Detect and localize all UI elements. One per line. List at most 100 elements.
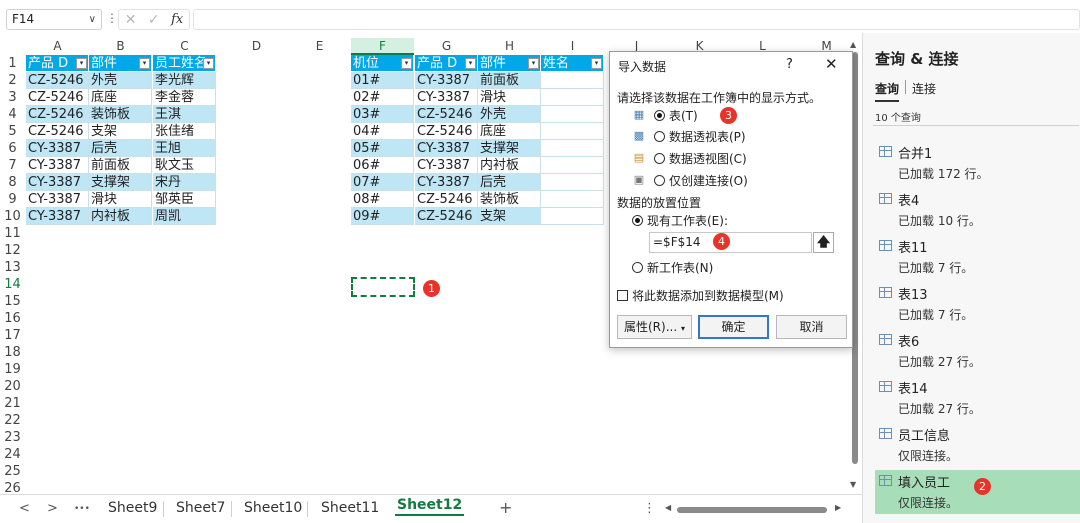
table-cell[interactable]: 06# (351, 157, 414, 174)
table-cell[interactable]: 邹英臣 (153, 191, 216, 208)
row-header-2[interactable]: 2 (0, 72, 25, 89)
table-cell[interactable]: CY-3387 (26, 174, 89, 191)
column-header-b[interactable]: B (89, 38, 152, 55)
table-cell[interactable] (541, 72, 604, 89)
table-cell[interactable]: 周凯 (153, 208, 216, 225)
table-cell[interactable]: 李金蓉 (153, 89, 216, 106)
table-cell[interactable]: 01# (351, 72, 414, 89)
horizontal-scroll-thumb[interactable] (677, 507, 827, 513)
table-cell[interactable]: 内衬板 (478, 157, 541, 174)
properties-button[interactable]: 属性(R)... ▾ (617, 315, 692, 339)
radio-pivot-table[interactable] (654, 130, 665, 142)
row-header-12[interactable]: 12 (0, 242, 25, 259)
radio-connection-only[interactable] (654, 174, 665, 186)
query-item[interactable]: 员工信息 仅限连接。 (875, 423, 1080, 467)
table-cell[interactable] (541, 89, 604, 106)
filter-dropdown-icon[interactable]: ▾ (528, 58, 539, 69)
sheet-tab-sheet10[interactable]: Sheet10 (244, 500, 302, 516)
table-cell[interactable]: CZ-5246 (415, 123, 478, 140)
table-cell[interactable]: 支架 (478, 208, 541, 225)
column-header-f[interactable]: F (351, 38, 414, 55)
tab-prev-icon[interactable]: < (19, 501, 30, 516)
table-cell[interactable]: 内衬板 (89, 208, 152, 225)
query-item[interactable]: 合并1 已加载 172 行。 (875, 141, 1080, 185)
scroll-left-icon[interactable]: ◀ (665, 503, 671, 512)
table-cell[interactable]: 外壳 (478, 106, 541, 123)
table-cell[interactable]: 滑块 (478, 89, 541, 106)
table-cell[interactable]: 前面板 (89, 157, 152, 174)
row-header-26[interactable]: 26 (0, 480, 25, 494)
option-pivot-table[interactable]: ▩ 数据透视表(P) (632, 127, 746, 145)
query-item[interactable]: 表4 已加载 10 行。 (875, 188, 1080, 232)
radio-existing-sheet[interactable] (632, 214, 643, 226)
row-header-7[interactable]: 7 (0, 157, 25, 174)
query-item[interactable]: 表11 已加载 7 行。 (875, 235, 1080, 279)
row-header-10[interactable]: 10 (0, 208, 25, 225)
table-cell[interactable]: CZ-5246 (415, 208, 478, 225)
table-header-cell[interactable]: 姓名 ▾ (541, 55, 604, 72)
table-cell[interactable]: 后壳 (478, 174, 541, 191)
tab-connections[interactable]: 连接 (912, 80, 936, 102)
table-cell[interactable]: 07# (351, 174, 414, 191)
reference-input[interactable]: =$F$14 (649, 232, 812, 253)
row-header-4[interactable]: 4 (0, 106, 25, 123)
table-cell[interactable]: CY-3387 (415, 174, 478, 191)
table-header-cell[interactable]: 产品 D ▾ (26, 55, 89, 72)
column-header-e[interactable]: E (288, 38, 351, 55)
more-tabs-icon[interactable]: ••• (74, 504, 90, 514)
radio-table[interactable] (654, 109, 665, 121)
table-header-cell[interactable]: 部件 ▾ (89, 55, 152, 72)
table-header-cell[interactable]: 机位 ▾ (351, 55, 414, 72)
sheet-tab-sheet9[interactable]: Sheet9 (108, 500, 157, 516)
table-cell[interactable]: CZ-5246 (26, 89, 89, 106)
collapse-dialog-icon[interactable]: 🡅 (813, 232, 834, 253)
insert-function-icon[interactable]: fx (171, 12, 183, 27)
row-header-23[interactable]: 23 (0, 429, 25, 446)
table-header-cell[interactable]: 产品 D ▾ (415, 55, 478, 72)
check-icon[interactable]: ✓ (148, 12, 160, 28)
filter-dropdown-icon[interactable]: ▾ (76, 58, 87, 69)
option-pivot-chart[interactable]: ▤ 数据透视图(C) (632, 149, 747, 167)
scroll-down-icon[interactable]: ▼ (850, 480, 856, 489)
table-cell[interactable]: CZ-5246 (415, 106, 478, 123)
table-cell[interactable]: CZ-5246 (26, 123, 89, 140)
table-cell[interactable]: 王淇 (153, 106, 216, 123)
filter-dropdown-icon[interactable]: ▾ (401, 58, 412, 69)
table-cell[interactable] (541, 208, 604, 225)
close-icon[interactable]: ✕ (825, 55, 838, 73)
table-cell[interactable]: 03# (351, 106, 414, 123)
radio-pivot-chart[interactable] (654, 152, 665, 164)
table-cell[interactable] (541, 157, 604, 174)
table-cell[interactable]: CZ-5246 (26, 72, 89, 89)
query-item[interactable]: 表6 已加载 27 行。 (875, 329, 1080, 373)
row-header-9[interactable]: 9 (0, 191, 25, 208)
table-cell[interactable]: CY-3387 (415, 72, 478, 89)
filter-dropdown-icon[interactable]: ▾ (591, 58, 602, 69)
more-vertical-icon[interactable]: ⋮ (106, 11, 118, 25)
table-cell[interactable]: CZ-5246 (26, 106, 89, 123)
row-header-6[interactable]: 6 (0, 140, 25, 157)
option-table[interactable]: ▦ 表(T) (632, 106, 698, 124)
table-cell[interactable]: CY-3387 (26, 208, 89, 225)
filter-dropdown-icon[interactable]: ▾ (203, 58, 214, 69)
table-cell[interactable] (541, 174, 604, 191)
option-new-sheet[interactable]: 新工作表(N) (632, 258, 713, 276)
table-cell[interactable]: 支撑架 (478, 140, 541, 157)
formula-input[interactable] (193, 9, 1080, 30)
chevron-down-icon[interactable]: ∨ (89, 10, 96, 29)
table-cell[interactable]: 支架 (89, 123, 152, 140)
add-to-model-checkbox[interactable]: 将此数据添加到数据模型(M) (617, 287, 784, 304)
table-cell[interactable]: 李光辉 (153, 72, 216, 89)
column-header-i[interactable]: I (541, 38, 604, 55)
table-cell[interactable] (541, 140, 604, 157)
table-cell[interactable]: 滑块 (89, 191, 152, 208)
table-cell[interactable] (541, 123, 604, 140)
row-header-11[interactable]: 11 (0, 225, 25, 242)
row-header-24[interactable]: 24 (0, 446, 25, 463)
column-header-g[interactable]: G (415, 38, 478, 55)
table-cell[interactable]: CY-3387 (26, 191, 89, 208)
table-header-cell[interactable]: 员工姓名 ▾ (153, 55, 216, 72)
table-cell[interactable]: 底座 (478, 123, 541, 140)
sheet-tab-sheet7[interactable]: Sheet7 (176, 500, 225, 516)
tab-next-icon[interactable]: > (47, 501, 58, 516)
